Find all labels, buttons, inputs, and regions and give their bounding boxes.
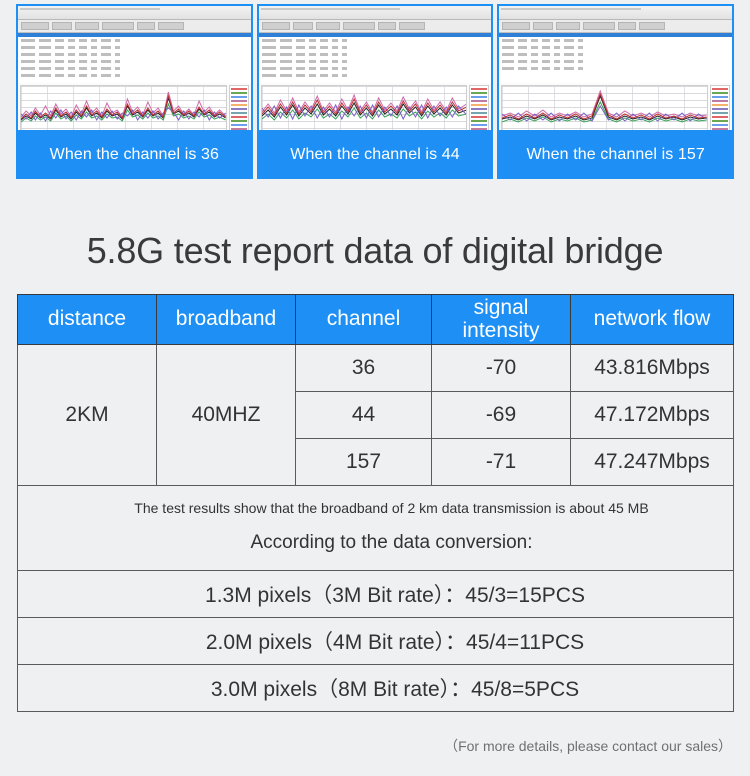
window-toolbar bbox=[258, 20, 492, 33]
table-calculation-row: 2.0M pixels（4M Bit rate）：45/4=11PCS bbox=[17, 617, 734, 665]
column-header-distance: distance bbox=[17, 294, 157, 345]
grid-row bbox=[500, 67, 731, 72]
note-data-conversion: According to the data conversion: bbox=[250, 532, 533, 553]
window-title-bar bbox=[18, 6, 251, 20]
chart-lines bbox=[502, 89, 708, 123]
throughput-line-chart bbox=[260, 85, 468, 130]
toolbar-button bbox=[292, 22, 313, 30]
toolbar-button bbox=[21, 22, 49, 30]
note-test-results: The test results show that the broadband… bbox=[134, 500, 649, 516]
toolbar-button bbox=[75, 22, 99, 30]
grid-row bbox=[19, 39, 250, 44]
toolbar-button bbox=[315, 22, 340, 30]
cell-signal-intensity: -71 bbox=[431, 438, 571, 486]
window-toolbar bbox=[499, 20, 733, 33]
app-screenshot-thumbnail bbox=[18, 6, 251, 132]
cell-calc-3-0m: 3.0M pixels（8M Bit rate）：45/8=5PCS bbox=[17, 664, 734, 712]
grid-row bbox=[500, 46, 731, 51]
app-screenshot-thumbnail bbox=[499, 6, 733, 132]
table-row: 2KM 40MHZ 36 -70 43.816Mbps bbox=[17, 344, 734, 486]
cell-channel: 157 bbox=[295, 438, 432, 486]
cell-network-flow: 43.816Mbps bbox=[570, 344, 734, 392]
cell-signal-intensity: -69 bbox=[431, 391, 571, 439]
toolbar-button bbox=[502, 22, 531, 30]
toolbar-button bbox=[398, 22, 425, 30]
gallery-caption: When the channel is 44 bbox=[258, 132, 492, 177]
grid-row bbox=[500, 53, 731, 58]
grid-row bbox=[19, 74, 250, 79]
app-screenshot-thumbnail bbox=[258, 6, 492, 132]
toolbar-button bbox=[377, 22, 396, 30]
column-header-signal-intensity: signal intensity bbox=[431, 294, 571, 345]
toolbar-button bbox=[533, 22, 554, 30]
cell-broadband: 40MHZ bbox=[156, 344, 296, 486]
grid-row bbox=[500, 60, 731, 65]
grid-row bbox=[19, 46, 250, 51]
signal-intensity-line2: intensity bbox=[462, 318, 540, 342]
column-header-broadband: broadband bbox=[156, 294, 296, 345]
gallery-item-channel-44[interactable]: When the channel is 44 bbox=[256, 4, 494, 179]
gallery-item-channel-36[interactable]: When the channel is 36 bbox=[16, 4, 253, 179]
grid-row bbox=[19, 60, 250, 65]
cell-distance: 2KM bbox=[17, 344, 157, 486]
toolbar-button bbox=[137, 22, 155, 30]
page-title: 5.8G test report data of digital bridge bbox=[86, 230, 664, 271]
window-title-bar bbox=[499, 6, 733, 20]
grid-row bbox=[260, 39, 491, 44]
cell-calc-2-0m: 2.0M pixels（4M Bit rate）：45/4=11PCS bbox=[17, 617, 734, 665]
data-grid bbox=[258, 37, 492, 83]
grid-row bbox=[500, 39, 731, 44]
toolbar-button bbox=[639, 22, 666, 30]
toolbar-button bbox=[102, 22, 134, 30]
cell-network-flow: 47.172Mbps bbox=[570, 391, 734, 439]
chart-lines bbox=[21, 91, 226, 123]
footnote-contact-sales: （For more details, please contact our sa… bbox=[444, 738, 732, 754]
throughput-line-chart bbox=[20, 85, 227, 130]
cell-summary-note: The test results show that the broadband… bbox=[17, 485, 734, 571]
column-header-channel: channel bbox=[295, 294, 432, 345]
grid-row bbox=[260, 74, 491, 79]
toolbar-button bbox=[52, 22, 72, 30]
chart-legend bbox=[710, 85, 731, 130]
cell-signal-intensity: -70 bbox=[431, 344, 571, 392]
toolbar-button bbox=[342, 22, 375, 30]
gallery-caption: When the channel is 157 bbox=[499, 132, 733, 177]
gallery-item-channel-157[interactable]: When the channel is 157 bbox=[497, 4, 735, 179]
window-toolbar bbox=[18, 20, 251, 33]
screenshot-gallery: When the channel is 36 When the channel … bbox=[16, 4, 735, 179]
grid-row bbox=[260, 46, 491, 51]
table-header-row: distance broadband channel signal intens… bbox=[17, 294, 734, 345]
chart-legend bbox=[469, 85, 490, 130]
gallery-caption: When the channel is 36 bbox=[18, 132, 251, 177]
throughput-chart-area bbox=[258, 83, 492, 130]
throughput-chart-area bbox=[18, 83, 251, 130]
chart-lines bbox=[261, 93, 467, 121]
grid-row bbox=[19, 53, 250, 58]
test-report-table: distance broadband channel signal intens… bbox=[17, 294, 734, 712]
signal-intensity-line1: signal bbox=[473, 296, 529, 320]
table-calculation-row: 1.3M pixels（3M Bit rate）：45/3=15PCS bbox=[17, 570, 734, 618]
grid-row bbox=[19, 67, 250, 72]
window-title-bar bbox=[258, 6, 492, 20]
throughput-chart-area bbox=[499, 83, 733, 130]
grid-row bbox=[260, 60, 491, 65]
grid-row bbox=[260, 67, 491, 72]
table-note-row: The test results show that the broadband… bbox=[17, 485, 734, 571]
toolbar-button bbox=[618, 22, 637, 30]
cell-channel: 44 bbox=[295, 391, 432, 439]
toolbar-button bbox=[583, 22, 616, 30]
cell-channel: 36 bbox=[295, 344, 432, 392]
data-grid bbox=[18, 37, 251, 83]
column-header-network-flow: network flow bbox=[570, 294, 734, 345]
table-calculation-row: 3.0M pixels（8M Bit rate）：45/8=5PCS bbox=[17, 664, 734, 712]
grid-row bbox=[260, 53, 491, 58]
cell-network-flow: 47.247Mbps bbox=[570, 438, 734, 486]
throughput-line-chart bbox=[501, 85, 709, 130]
toolbar-button bbox=[556, 22, 581, 30]
chart-legend bbox=[228, 85, 249, 130]
toolbar-button bbox=[261, 22, 290, 30]
cell-calc-1-3m: 1.3M pixels（3M Bit rate）：45/3=15PCS bbox=[17, 570, 734, 618]
data-grid bbox=[499, 37, 733, 83]
toolbar-button bbox=[158, 22, 184, 30]
